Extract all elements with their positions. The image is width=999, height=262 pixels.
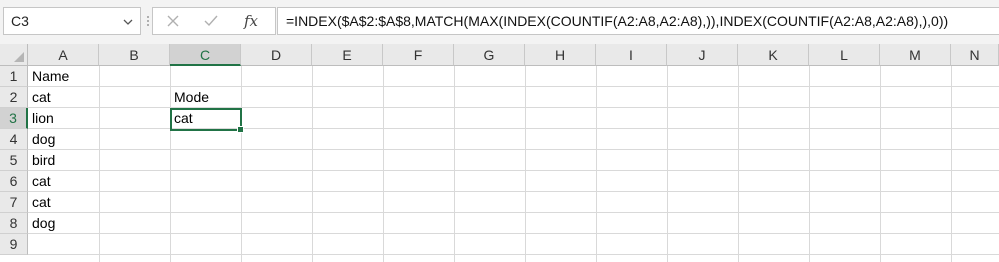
column-header-f[interactable]: F: [383, 44, 454, 66]
insert-function-button[interactable]: fx: [241, 12, 261, 30]
gridline: [28, 212, 999, 213]
row-header-7[interactable]: 7: [0, 192, 28, 213]
gridline: [28, 233, 999, 234]
chevron-down-icon[interactable]: [122, 16, 134, 28]
cell-a6[interactable]: cat: [28, 171, 99, 192]
gridline: [28, 191, 999, 192]
cell-a3[interactable]: lion: [28, 108, 99, 129]
column-header-m[interactable]: M: [880, 44, 951, 66]
column-header-a[interactable]: A: [28, 44, 99, 66]
row-header-9[interactable]: 9: [0, 234, 28, 255]
name-box-value: C3: [11, 13, 29, 29]
column-header-j[interactable]: J: [667, 44, 738, 66]
resize-handle[interactable]: [146, 14, 150, 28]
column-header-h[interactable]: H: [525, 44, 596, 66]
column-header-b[interactable]: B: [99, 44, 170, 66]
cell-a5[interactable]: bird: [28, 150, 99, 171]
column-header-g[interactable]: G: [454, 44, 525, 66]
cell-a7[interactable]: cat: [28, 192, 99, 213]
gridline: [28, 149, 999, 150]
row-header-5[interactable]: 5: [0, 150, 28, 171]
select-all-button[interactable]: [0, 44, 28, 66]
row-header-8[interactable]: 8: [0, 213, 28, 234]
check-icon[interactable]: [201, 12, 221, 30]
row-header-2[interactable]: 2: [0, 87, 28, 108]
column-header-l[interactable]: L: [809, 44, 880, 66]
column-header-d[interactable]: D: [241, 44, 312, 66]
column-header-c[interactable]: C: [170, 44, 241, 66]
cell-a1[interactable]: Name: [28, 66, 99, 87]
row-header-6[interactable]: 6: [0, 171, 28, 192]
formula-buttons: fx: [152, 7, 276, 35]
active-cell-selection[interactable]: [170, 108, 244, 133]
cell-a4[interactable]: dog: [28, 129, 99, 150]
column-header-n[interactable]: N: [951, 44, 999, 66]
row-header-1[interactable]: 1: [0, 66, 28, 87]
gridline: [28, 170, 999, 171]
column-header-k[interactable]: K: [738, 44, 809, 66]
formula-text: =INDEX($A$2:$A$8,MATCH(MAX(INDEX(COUNTIF…: [286, 13, 949, 29]
row-header-3[interactable]: 3: [0, 108, 28, 129]
cell-a8[interactable]: dog: [28, 213, 99, 234]
spreadsheet-grid: A B C D E F G H I J K L M N 1 2 3 4 5 6 …: [0, 44, 999, 262]
row-header-4[interactable]: 4: [0, 129, 28, 150]
column-header-i[interactable]: I: [596, 44, 667, 66]
formula-bar-area: C3 fx =INDEX($A$2:$A$8,MATCH(MAX(INDEX(C…: [0, 0, 999, 45]
column-header-e[interactable]: E: [312, 44, 383, 66]
cell-c2[interactable]: Mode: [170, 87, 241, 108]
formula-input[interactable]: =INDEX($A$2:$A$8,MATCH(MAX(INDEX(COUNTIF…: [277, 7, 999, 35]
cell-a2[interactable]: cat: [28, 87, 99, 108]
gridline: [28, 254, 999, 255]
close-icon[interactable]: [163, 12, 183, 30]
fill-handle[interactable]: [237, 126, 244, 133]
name-box[interactable]: C3: [3, 7, 141, 35]
